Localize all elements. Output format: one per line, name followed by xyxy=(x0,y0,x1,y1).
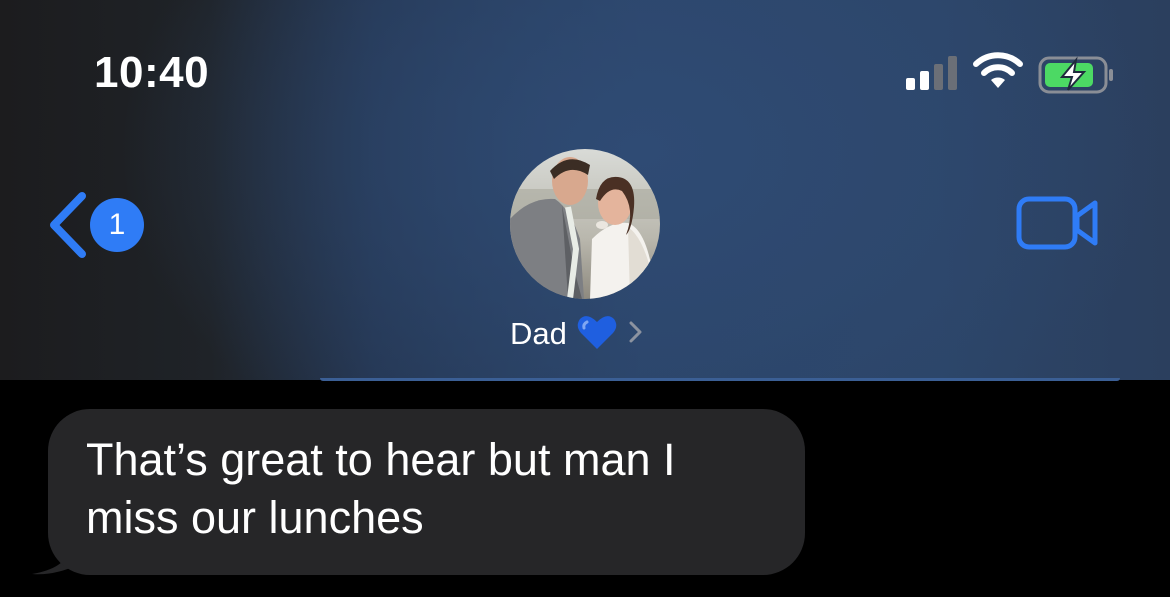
avatar-photo xyxy=(510,149,660,299)
video-camera-icon xyxy=(1016,196,1098,250)
wifi-icon xyxy=(973,52,1023,88)
unread-count-badge: 1 xyxy=(90,198,144,252)
previous-message-edge xyxy=(320,378,1120,381)
video-call-button[interactable] xyxy=(1016,196,1100,257)
chevron-right-icon xyxy=(627,317,645,352)
received-message-bubble[interactable]: That’s great to hear but man I miss our … xyxy=(48,409,805,575)
blue-heart-icon xyxy=(577,314,617,355)
cellular-signal-icon xyxy=(906,56,957,90)
chevron-left-icon xyxy=(50,192,86,258)
battery-charging-icon xyxy=(1038,56,1113,94)
contact-name-button[interactable]: Dad xyxy=(510,312,645,356)
contact-name: Dad xyxy=(510,316,567,351)
contact-avatar[interactable] xyxy=(510,149,660,299)
back-button[interactable]: 1 xyxy=(46,192,156,262)
message-text: That’s great to hear but man I miss our … xyxy=(86,434,676,543)
status-time: 10:40 xyxy=(94,48,210,97)
